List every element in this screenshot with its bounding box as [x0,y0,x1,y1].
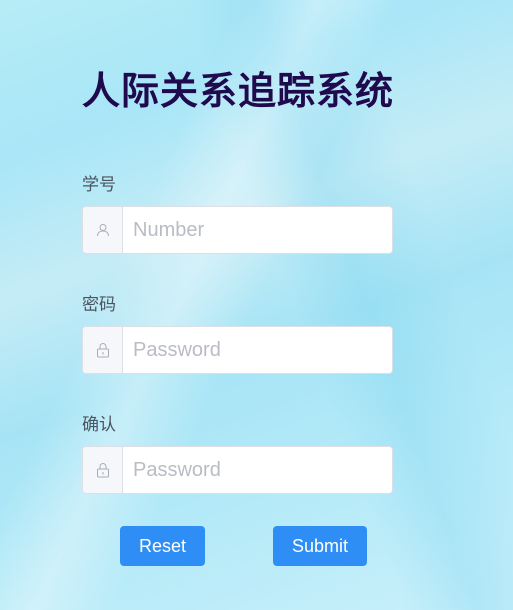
student-id-label: 学号 [82,175,116,195]
password-field[interactable] [82,326,393,374]
lock-icon [83,327,123,373]
confirm-label: 确认 [82,415,116,435]
user-icon [83,207,123,253]
password-input[interactable] [123,327,392,373]
reset-button[interactable]: Reset [120,526,205,566]
confirm-password-field[interactable] [82,446,393,494]
student-id-input[interactable] [123,207,392,253]
lock-icon [83,447,123,493]
password-label: 密码 [82,295,116,315]
confirm-password-input[interactable] [123,447,392,493]
student-id-field[interactable] [82,206,393,254]
page-title: 人际关系追踪系统 [82,69,395,113]
submit-button[interactable]: Submit [273,526,367,566]
